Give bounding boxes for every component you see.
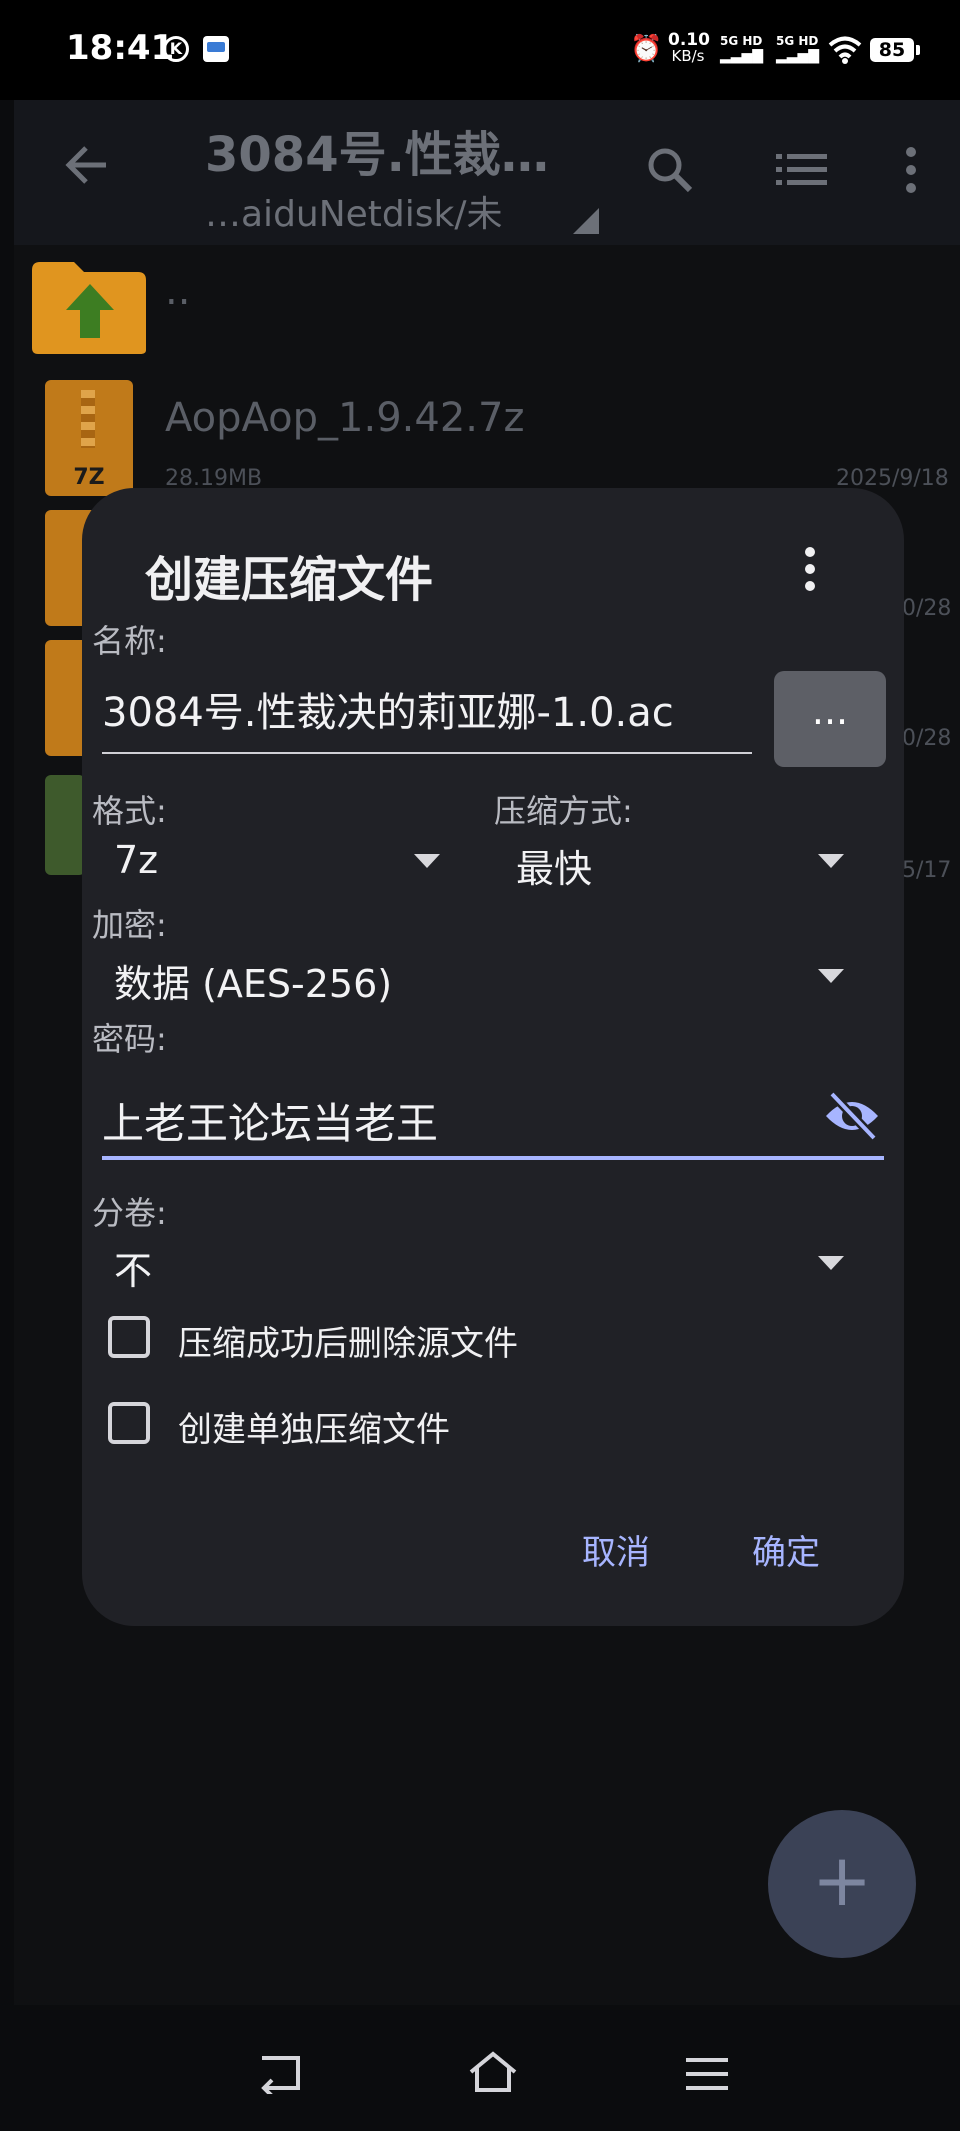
password-input[interactable]: 上老王论坛当老王	[102, 1080, 882, 1156]
archive-zipper	[81, 390, 95, 448]
format-value: 7z	[114, 838, 159, 882]
path-corner-icon	[573, 208, 599, 234]
ok-button[interactable]: 确定	[752, 1525, 820, 1574]
list-item[interactable]	[14, 250, 960, 360]
compression-method-select[interactable]: 最快	[500, 830, 850, 894]
chevron-down-icon	[818, 854, 844, 868]
wifi-icon	[828, 36, 862, 64]
file-name: AopAop_1.9.42.7z	[165, 395, 525, 441]
k-icon: K	[163, 36, 189, 62]
alarm-icon: ⏰	[630, 34, 663, 64]
encryption-value: 数据 (AES-256)	[114, 962, 393, 1006]
separate-archive-label: 创建单独压缩文件	[178, 1410, 450, 1450]
file-name: ..	[165, 268, 191, 314]
recents-nav-icon[interactable]	[686, 2056, 728, 2092]
method-value: 最快	[516, 847, 593, 891]
app-notification-icon	[203, 36, 229, 62]
back-arrow-icon[interactable]	[62, 140, 112, 190]
chevron-down-icon	[414, 854, 440, 868]
dialog-title: 创建压缩文件	[145, 552, 434, 608]
password-underline	[102, 1156, 884, 1160]
chevron-down-icon	[818, 1256, 844, 1270]
password-label: 密码:	[92, 1020, 167, 1058]
create-archive-dialog	[82, 488, 904, 1626]
encryption-select[interactable]: 数据 (AES-256)	[100, 945, 850, 1009]
browse-button[interactable]: ...	[774, 671, 886, 767]
archive-name-value: 3084号.性裁决的莉亚娜-1.0.ac	[102, 690, 674, 736]
split-value: 不	[114, 1249, 153, 1293]
delete-source-option[interactable]: 压缩成功后删除源文件	[108, 1312, 668, 1368]
encryption-label: 加密:	[92, 906, 167, 944]
password-value: 上老王论坛当老王	[102, 1099, 439, 1148]
file-date: 0/28	[902, 596, 952, 621]
format-select[interactable]: 7z	[100, 830, 450, 894]
delete-source-checkbox[interactable]	[108, 1316, 150, 1358]
file-date: 0/28	[902, 726, 952, 751]
signal-bars-icon: ▂▃▅▇	[776, 48, 820, 64]
dialog-menu-icon[interactable]	[803, 546, 817, 592]
cancel-button[interactable]: 取消	[582, 1525, 650, 1574]
battery-indicator: 85	[870, 38, 920, 62]
back-nav-icon[interactable]	[258, 2054, 304, 2094]
status-time: 18:41	[66, 28, 175, 68]
signal-bars-icon: ▂▃▅▇	[720, 48, 764, 64]
add-fab-button[interactable]: +	[768, 1810, 916, 1958]
chevron-down-icon	[818, 969, 844, 983]
parent-folder-icon	[32, 262, 146, 354]
list-view-icon[interactable]	[776, 152, 828, 188]
network-speed: 0.10 KB/s	[668, 30, 710, 65]
file-date: 5/17	[902, 858, 952, 883]
search-icon[interactable]	[644, 144, 696, 196]
folder-title: 3084号.性裁…	[205, 127, 549, 183]
separate-archive-option[interactable]: 创建单独压缩文件	[108, 1398, 668, 1454]
folder-path[interactable]: …aiduNetdisk/未	[205, 185, 503, 237]
separate-archive-checkbox[interactable]	[108, 1402, 150, 1444]
archive-7z-icon: 7Z	[45, 380, 133, 496]
split-select[interactable]: 不	[100, 1232, 850, 1296]
overflow-menu-icon[interactable]	[904, 146, 918, 194]
split-label: 分卷:	[92, 1194, 167, 1232]
home-nav-icon[interactable]	[467, 2050, 519, 2094]
signal-sim2: 5G HD ▂▃▅▇	[776, 34, 826, 64]
name-underline	[102, 752, 752, 754]
format-label: 格式:	[92, 792, 167, 830]
name-label: 名称:	[92, 622, 167, 660]
signal-sim1: 5G HD ▂▃▅▇	[720, 34, 770, 64]
archive-name-input[interactable]: 3084号.性裁决的莉亚娜-1.0.ac	[102, 680, 752, 752]
visibility-off-icon[interactable]	[822, 1090, 882, 1142]
method-label: 压缩方式:	[494, 792, 633, 830]
app-file-icon	[45, 775, 85, 875]
delete-source-label: 压缩成功后删除源文件	[178, 1324, 518, 1364]
